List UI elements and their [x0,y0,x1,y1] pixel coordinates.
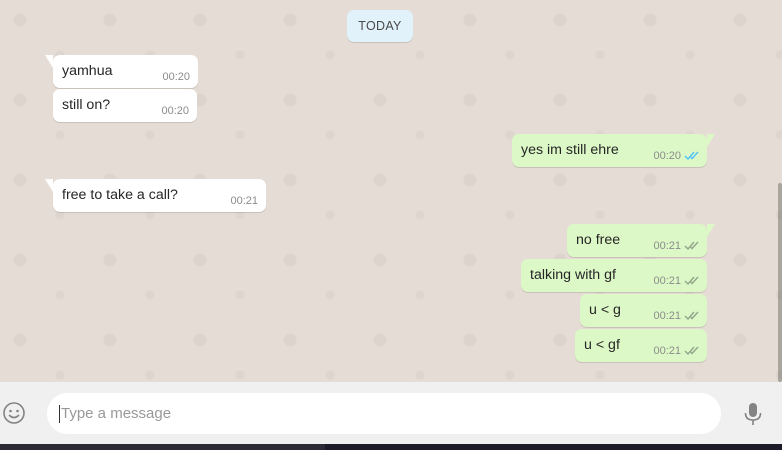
message-incoming[interactable]: still on? 00:20 [53,89,197,122]
microphone-icon[interactable] [742,402,764,426]
message-time: 00:20 [653,150,681,162]
double-check-icon [684,241,699,251]
emoji-icon[interactable] [2,401,26,425]
text-caret [59,405,60,423]
message-incoming[interactable]: free to take a call? 00:21 [45,179,266,212]
message-input[interactable]: Type a message [47,393,721,434]
message-text: free to take a call? [62,187,178,203]
message-time: 00:21 [230,195,258,207]
chat-scrollbar[interactable] [778,183,782,382]
message-time: 00:21 [653,240,681,252]
double-check-icon [684,346,699,356]
message-outgoing[interactable]: talking with gf 00:21 [521,259,707,292]
message-text: yamhua [62,63,113,79]
message-text: no free [576,232,621,248]
message-time: 00:21 [653,345,681,357]
message-text: yes im still ehre [521,142,619,158]
message-outgoing[interactable]: u < gf 00:21 [575,329,707,362]
message-outgoing[interactable]: yes im still ehre 00:20 [512,134,715,167]
message-input-placeholder: Type a message [61,405,172,422]
message-time: 00:20 [161,105,189,117]
chat-panel: TODAY yamhua 00:20 still on? 00:20 yes i… [0,0,782,382]
date-divider: TODAY [347,10,413,42]
message-composer-bar: Type a message [0,382,782,444]
message-time: 00:21 [653,275,681,287]
message-time: 00:21 [653,310,681,322]
message-incoming[interactable]: yamhua 00:20 [45,55,198,88]
message-text: u < g [589,302,621,318]
message-text: still on? [62,97,111,113]
message-time: 00:20 [162,71,190,83]
message-outgoing[interactable]: no free 00:21 [567,224,715,257]
double-check-icon [684,151,699,161]
double-check-icon [684,311,699,321]
message-outgoing[interactable]: u < g 00:21 [580,294,707,327]
double-check-icon [684,276,699,286]
message-text: u < gf [584,337,620,353]
background-strip [0,444,782,450]
message-text: talking with gf [530,267,616,283]
